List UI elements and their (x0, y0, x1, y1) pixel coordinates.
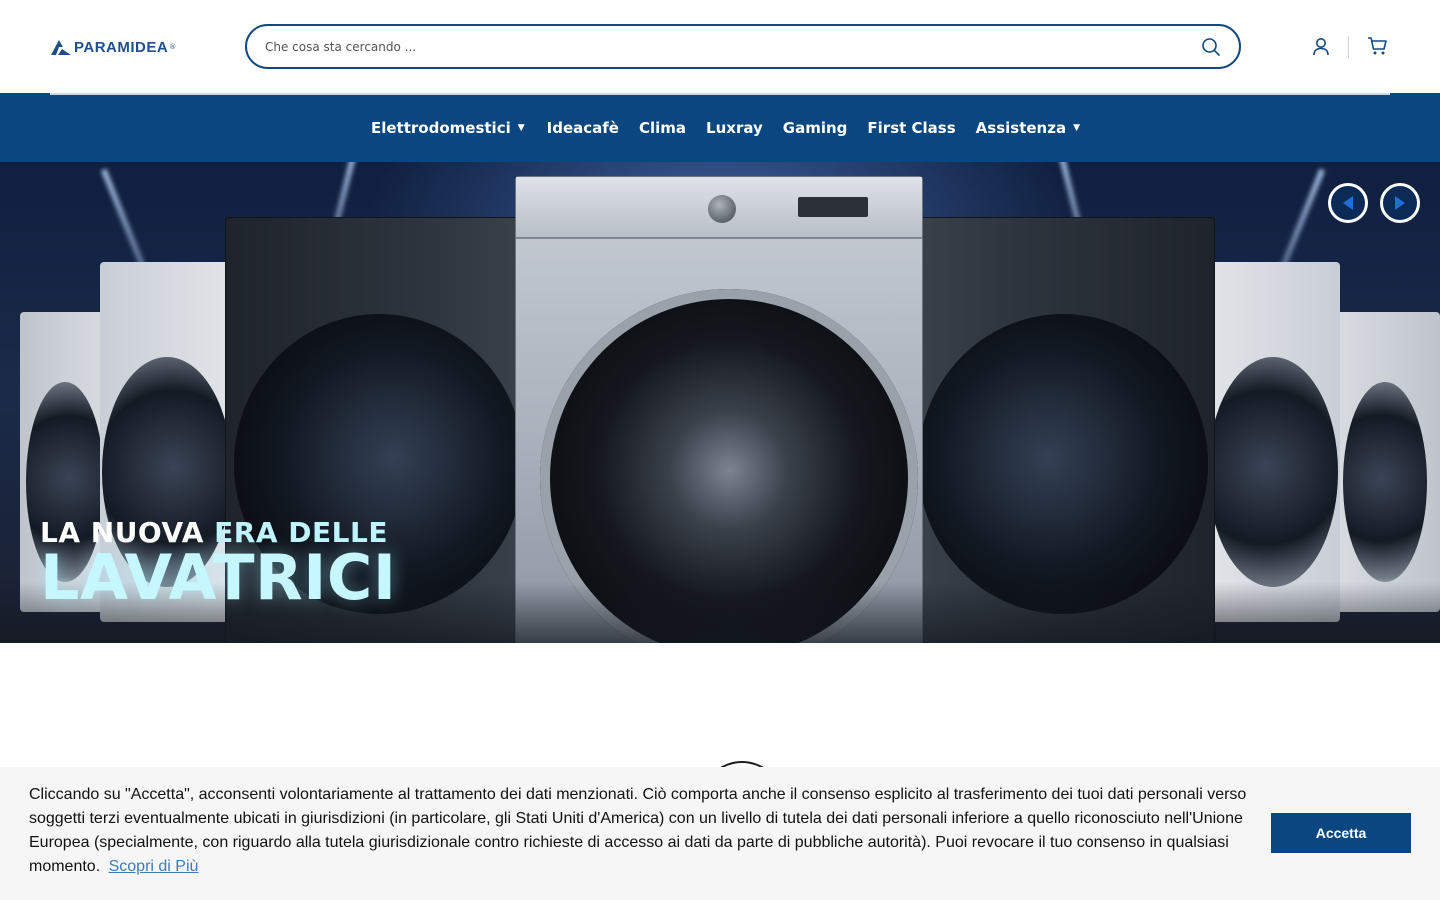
nav-item-first-class[interactable]: First Class (867, 93, 955, 162)
accept-cookies-button[interactable]: Accetta (1271, 813, 1411, 853)
washer-image (1200, 262, 1340, 622)
logo-text: PARAMIDEA (74, 38, 169, 56)
chevron-left-icon (1343, 196, 1353, 210)
hero-headline-line2: LAVATRICI (40, 541, 397, 614)
chevron-right-icon (1395, 196, 1405, 210)
site-header: PARAMIDEA ® (0, 0, 1440, 93)
user-account-icon[interactable] (1312, 37, 1330, 56)
nav-item-label: Clima (638, 118, 687, 137)
main-navigation: Elettrodomestici ▼ Ideacafè Clima Luxray… (0, 93, 1440, 162)
header-divider (1348, 36, 1349, 58)
carousel-prev-button[interactable] (1328, 183, 1368, 223)
nav-item-label: First Class (867, 118, 956, 137)
nav-item-ideacafe[interactable]: Ideacafè (547, 93, 619, 162)
washer-image (905, 217, 1215, 643)
paramidea-logo[interactable]: PARAMIDEA ® (50, 36, 176, 58)
nav-item-gaming[interactable]: Gaming (783, 93, 848, 162)
nav-item-label: Elettrodomestici (371, 118, 511, 137)
search-bar (245, 24, 1241, 69)
nav-item-luxray[interactable]: Luxray (706, 93, 763, 162)
logo-mark-icon (51, 40, 71, 55)
logo-registered-mark: ® (169, 43, 177, 51)
nav-item-label: Ideacafè (546, 118, 619, 137)
nav-item-label: Gaming (782, 118, 848, 137)
learn-more-link[interactable]: Scopri di Più (109, 858, 199, 875)
cart-icon[interactable] (1367, 36, 1388, 56)
cookie-message: Cliccando su "Accetta", acconsenti volon… (29, 786, 1247, 875)
carousel-next-button[interactable] (1380, 183, 1420, 223)
nav-item-label: Luxray (706, 118, 763, 137)
washer-image-featured (515, 176, 923, 643)
nav-item-assistenza[interactable]: Assistenza ▼ (976, 93, 1080, 162)
hero-headline: LA NUOVA ERA DELLE LAVATRICI (40, 517, 396, 609)
cookie-consent-banner: Cliccando su "Accetta", acconsenti volon… (0, 767, 1440, 900)
cookie-consent-text: Cliccando su "Accetta", acconsenti volon… (29, 783, 1259, 879)
search-icon[interactable] (1201, 37, 1221, 57)
washer-image (1335, 312, 1440, 612)
nav-item-elettrodomestici[interactable]: Elettrodomestici ▼ (371, 93, 525, 162)
search-input[interactable] (265, 26, 1165, 67)
nav-item-label: Assistenza (975, 118, 1067, 137)
caret-down-icon: ▼ (1073, 122, 1080, 133)
nav-item-clima[interactable]: Clima (639, 93, 686, 162)
caret-down-icon: ▼ (517, 122, 525, 133)
header-separator (50, 93, 1390, 95)
hero-banner[interactable]: LA NUOVA ERA DELLE LAVATRICI (0, 162, 1440, 643)
